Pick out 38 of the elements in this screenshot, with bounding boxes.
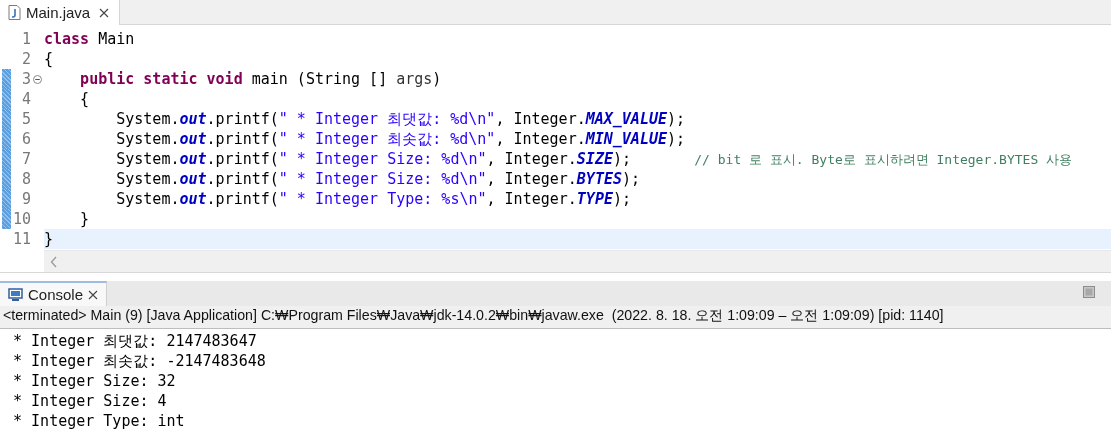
line-number: 1 [20,30,31,48]
code-line: System.out.printf(" * Integer Size: %d\n", Integer.SIZE); // bit 로 표시. Byte로 표시하려면 Integer.BYTES 사용 [115,149,1073,169]
console-tab[interactable]: Console [0,281,108,306]
tab-label[interactable]: Console [28,286,84,303]
code-line: System.out.printf(" * Integer 최댓값: %d\n", Integer.MAX_VALUE); [115,109,686,129]
code-line: } [79,210,90,228]
line-number: 6 [20,130,31,148]
close-icon[interactable] [88,289,99,300]
tab-label[interactable]: Main.java [26,4,91,21]
line-number: 7 [20,150,31,168]
line-number: 3 [20,70,31,88]
console-output-line: * Integer Type: int [12,411,186,431]
line-number: 4 [20,90,31,108]
code-line: { [79,90,90,108]
line-number: 11 [11,230,31,248]
editor-tab[interactable]: Main.java [0,0,121,25]
code-line: class Main [44,30,135,48]
console-output-line: * Integer Size: 4 [12,391,168,411]
console-output-line: * Integer Size: 32 [12,371,177,391]
code-line: System.out.printf(" * Integer 최솟값: %d\n", Integer.MIN_VALUE); [115,129,686,149]
code-line: { [44,50,54,68]
horizontal-scrollbar[interactable] [44,250,1111,272]
close-icon[interactable] [99,7,110,18]
line-number: 9 [20,190,31,208]
line-number: 10 [11,210,31,228]
code-line: } [44,230,54,248]
code-line: System.out.printf(" * Integer Size: %d\n", Integer.BYTES); [115,170,641,188]
line-number: 8 [20,170,31,188]
console-icon [8,287,23,302]
code-line: System.out.printf(" * Integer Type: %s\n", Integer.TYPE); [115,190,632,208]
line-number: 5 [20,110,31,128]
console-output-line: * Integer 최댓값: 2147483647 [12,331,258,351]
fold-icon[interactable] [33,74,42,84]
java-file-icon [8,5,21,20]
console-header: <terminated> Main (9) [Java Application] C:₩Program Files₩Java₩jdk-14.0.2₩bin₩javaw.exe (2022. 8. 18. 오전 1:09:09 – 오전 1:09:09) [pid: 1140] [0,306,1111,329]
console-output-line: * Integer 최솟값: -2147483648 [12,351,267,371]
code-line: public static void main (String [] args) [79,70,442,88]
line-number: 2 [20,50,31,68]
